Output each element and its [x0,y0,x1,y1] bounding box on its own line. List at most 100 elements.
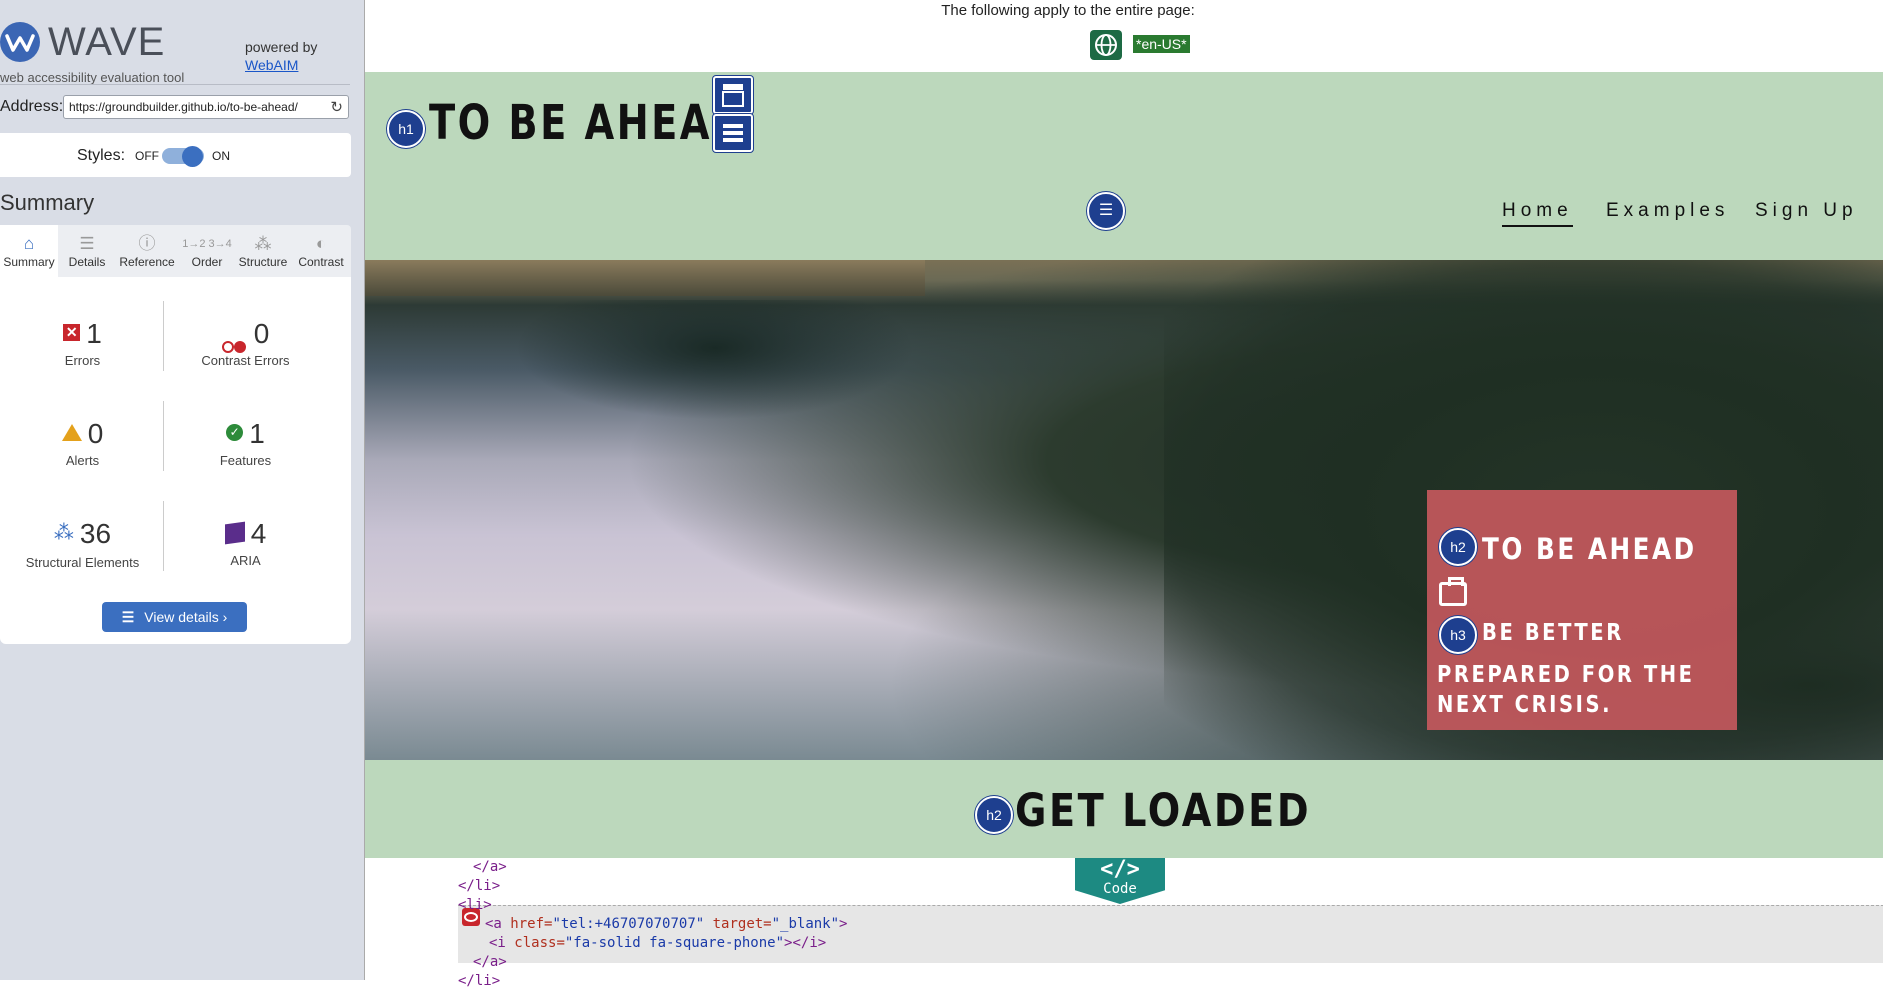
code-value: "fa-solid fa-square-phone" [564,935,785,951]
code-tag-end: ></i> [784,935,827,951]
aria-label: ARIA [230,553,261,568]
tab-reference[interactable]: ⓘ Reference [116,225,178,277]
page-wide-notice: The following apply to the entire page: … [365,0,1883,72]
stat-features[interactable]: ✓ 1 Features [163,417,328,468]
view-details-label: View details › [144,609,228,625]
code-value: "tel:+46707070707" [552,916,705,932]
site-header: h1 TO BE AHEAD ☰ Home Examples Sign Up [365,72,1883,260]
code-line: <li> [458,897,492,913]
code-line: </li> [458,878,501,894]
home-icon: ⌂ [23,234,35,253]
list-icon: ☰ [79,234,95,253]
styles-label: Styles: [77,147,126,164]
wave-tagline: web accessibility evaluation tool [0,70,185,85]
error-icon: ✕ [63,324,81,342]
h3-badge-icon[interactable]: h3 [1439,616,1477,654]
structure-icon: ⁂ [254,234,272,253]
features-label: Features [219,453,272,468]
styles-toggle-knob[interactable] [182,146,203,167]
h2-badge-icon[interactable]: h2 [1439,528,1477,566]
hero-reflection [515,300,915,420]
summary-panel: ✕ 1 Errors 0 Contrast Errors 0 Alerts ✓ 1 … [0,277,351,644]
styles-on-label: ON [212,149,230,163]
alerts-label: Alerts [65,453,100,468]
errors-count: 1 [86,318,102,349]
divider [0,84,350,85]
site-title: TO BE AHEAD [429,95,747,151]
aria-count: 4 [250,518,267,549]
code-line: </a> [473,954,507,970]
wave-logo: WAVE web accessibility evaluation tool p… [0,8,364,85]
stat-aria[interactable]: 4 ARIA [163,517,328,568]
aria-icon [224,521,245,545]
address-field: ↻ [63,95,349,119]
view-details-button[interactable]: ☰ View details › [102,602,247,632]
styles-off-label: OFF [135,149,159,163]
feature-check-icon: ✓ [226,424,244,442]
globe-icon[interactable] [1090,30,1122,60]
wave-name: WAVE [48,20,166,64]
section-title: GET LOADED [1015,784,1312,837]
contrast-errors-count: 0 [253,318,270,349]
code-panel: </a> </li> <li> <a href="tel:+4670707070… [365,858,1883,989]
address-input[interactable] [64,96,319,118]
code-toggle-button[interactable]: </> Code [1075,858,1165,904]
structure-icon: ⁂ [53,521,74,544]
summary-heading: Summary [0,190,95,215]
contrast-icon: ◐ [315,234,327,253]
nav-sign-up[interactable]: Sign Up [1755,200,1858,222]
reload-icon[interactable]: ↻ [330,98,343,116]
tab-summary-label: Summary [3,255,55,269]
header-region-icon[interactable] [713,76,753,114]
stat-errors[interactable]: ✕ 1 Errors [0,317,165,368]
panel-tabs: ⌂ Summary ☰ Details ⓘ Reference 1→2 3→4 … [0,225,351,277]
contrast-error-icon [221,327,248,353]
code-toggle-label: Code [1103,881,1137,897]
nav-examples[interactable]: Examples [1606,200,1729,222]
code-attr: target= [704,916,772,932]
hero-card: h2 TO BE AHEAD h3 BE BETTER PREPARED FOR… [1427,490,1737,730]
page-notice-text: The following apply to the entire page: [941,2,1195,19]
tab-details-label: Details [68,255,106,269]
tab-summary[interactable]: ⌂ Summary [0,225,58,277]
nav-home[interactable]: Home [1502,200,1573,227]
tab-details[interactable]: ☰ Details [58,225,116,277]
code-tag: <i [489,935,515,951]
code-icon: </> [1100,857,1140,882]
address-bar: Address: ↻ [0,95,352,119]
code-value: "_blank" [771,916,840,932]
address-label: Address: [0,98,64,115]
code-line: </a> [473,859,507,875]
webaim-link[interactable]: WebAIM [245,56,317,74]
h2-badge-icon[interactable]: h2 [975,796,1013,834]
navigation-region-icon[interactable] [713,114,753,152]
powered-by-text: powered by [245,39,318,55]
tab-contrast-label: Contrast [298,255,344,269]
wave-logo-icon [0,22,40,62]
stat-structural[interactable]: ⁂ 36 Structural Elements [0,517,165,570]
code-line: </li> [458,973,501,989]
stat-alerts[interactable]: 0 Alerts [0,417,165,468]
wave-sidebar: WAVE web accessibility evaluation tool p… [0,0,364,980]
code-attr: href= [510,916,553,932]
hero-title: TO BE AHEAD [1482,532,1697,566]
code-line: <a href="tel:+46707070707" target="_blan… [485,915,847,934]
hero-image: h2 TO BE AHEAD h3 BE BETTER PREPARED FOR… [365,260,1883,760]
page-preview: The following apply to the entire page: … [364,0,1883,989]
tab-reference-label: Reference [119,255,175,269]
list-icon: ☰ [121,609,135,625]
code-tag: <a [485,916,511,932]
h1-badge-icon[interactable]: h1 [387,110,425,148]
order-icon: 1→2 3→4 [182,238,232,250]
language-badge[interactable]: *en-US* [1133,35,1190,53]
briefcase-icon [1439,577,1467,606]
alerts-count: 0 [87,418,104,449]
hero-subtitle: BE BETTER [1482,620,1624,646]
tab-contrast[interactable]: ◐ Contrast [292,225,350,277]
tab-structure[interactable]: ⁂ Structure [232,225,294,277]
code-attr: class= [514,935,565,951]
tab-order-label: Order [191,255,223,269]
tab-order[interactable]: 1→2 3→4 Order [178,225,236,277]
list-icon[interactable]: ☰ [1087,192,1125,230]
stat-contrast-errors[interactable]: 0 Contrast Errors [163,317,328,368]
